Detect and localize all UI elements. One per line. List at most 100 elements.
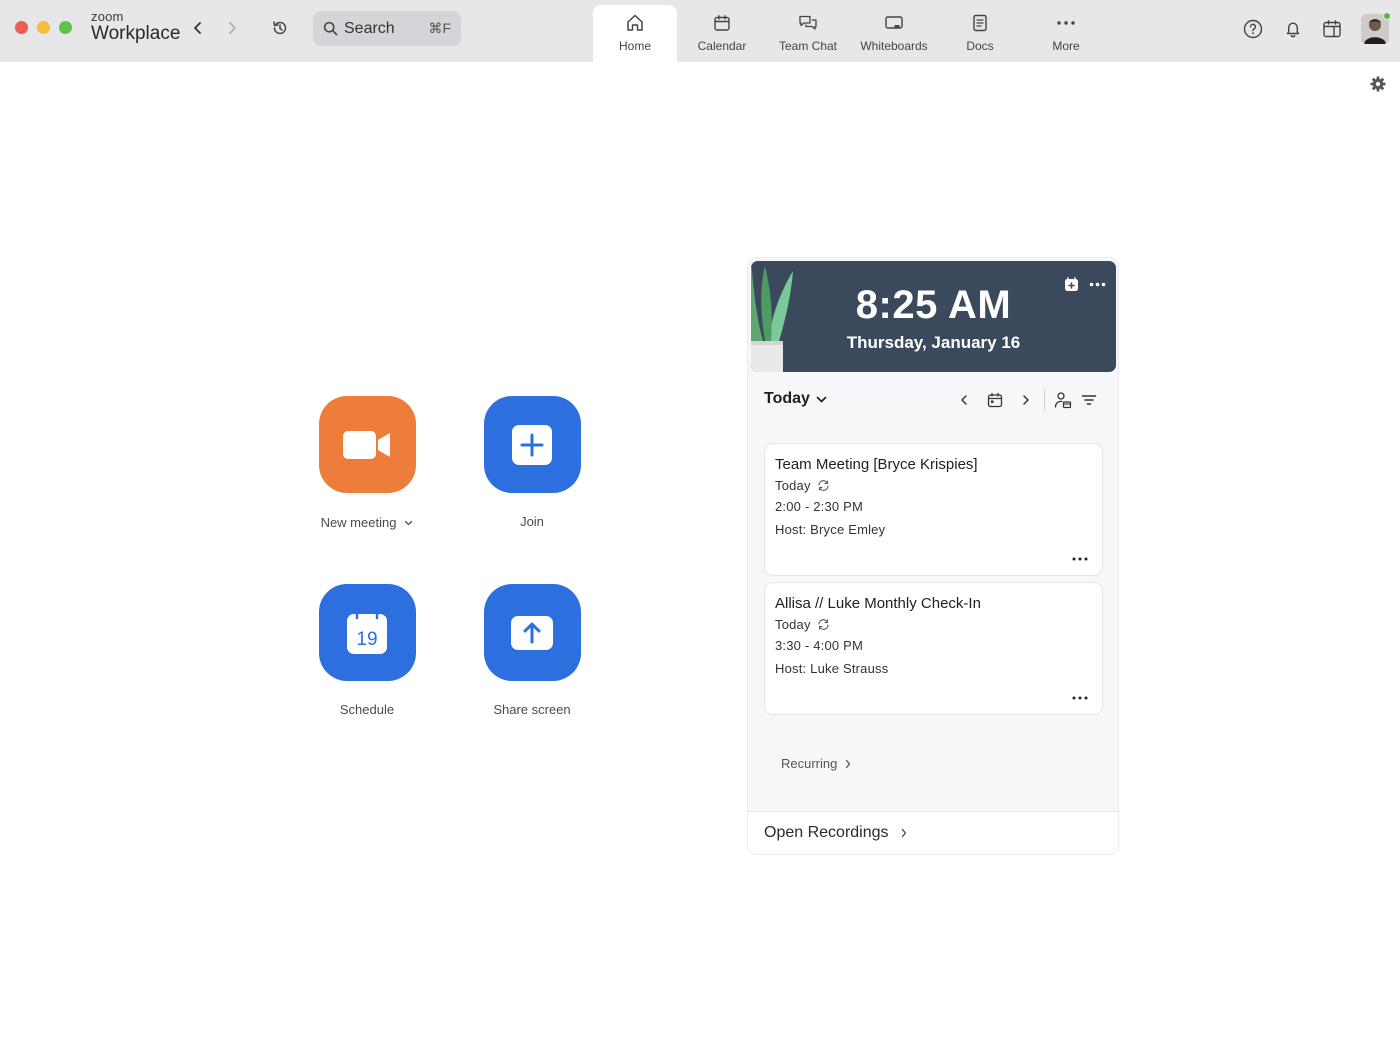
recurring-icon [818,480,829,491]
open-recordings-label: Open Recordings [764,824,889,841]
docs-icon [973,14,987,32]
share-screen-button[interactable] [483,584,581,681]
settings-gear-icon[interactable] [1369,75,1387,93]
search-shortcut: ⌘F [428,20,451,36]
chevron-right-icon [846,759,851,768]
home-icon [627,14,643,31]
notifications-button[interactable] [1282,18,1304,40]
back-button[interactable] [188,18,208,38]
tab-whiteboards[interactable]: Whiteboards [851,5,937,62]
open-recordings-link[interactable]: Open Recordings [764,824,907,842]
app-logo: zoom Workplace [91,10,180,43]
schedule-label: Schedule [339,702,395,717]
tab-calendar[interactable]: Calendar [679,5,765,62]
main-tabs: Home Calendar Team Chat Whiteboards Docs… [593,5,1109,62]
chevron-right-icon [901,828,906,838]
share-screen-action[interactable]: Share screen [452,584,612,717]
share-screen-label: Share screen [493,702,571,717]
more-options-icon[interactable] [1089,282,1106,287]
event-day: Today [775,617,811,632]
join-button[interactable] [483,396,581,493]
maximize-window-button[interactable] [59,21,72,34]
bell-icon [1286,22,1300,38]
tab-home[interactable]: Home [593,5,677,62]
calendar-toolbar: Today [748,386,1118,416]
history-button[interactable] [270,18,290,38]
date-picker-button[interactable] [985,390,1005,410]
event-more-icon[interactable] [1072,696,1088,700]
search-bar[interactable]: Search ⌘F [313,11,461,46]
schedule-calendar-icon: 19 [347,610,387,654]
schedule-button[interactable]: 19 [318,584,416,681]
tab-label: More [1052,39,1080,53]
chevron-down-icon [816,396,827,402]
share-arrow-icon [511,615,553,650]
schedule-day-number: 19 [356,629,377,650]
calendar-panel-icon [1323,20,1341,38]
tab-team-chat[interactable]: Team Chat [765,5,851,62]
new-meeting-button[interactable] [318,396,416,493]
new-meeting-label: New meeting [320,515,397,530]
chevron-left-icon [961,395,967,405]
event-more-icon[interactable] [1072,557,1088,561]
person-calendar-icon [1054,392,1072,409]
help-button[interactable] [1242,18,1264,40]
chat-icon [799,15,817,30]
new-meeting-action[interactable]: New meeting [287,396,447,530]
chevron-left-icon [194,22,201,34]
clock-time: 8:25 AM [855,283,1012,327]
video-camera-icon [343,430,390,459]
minimize-window-button[interactable] [37,21,50,34]
recurring-link[interactable]: Recurring [781,756,851,771]
close-window-button[interactable] [15,21,28,34]
join-action[interactable]: Join [452,396,612,529]
schedule-panel-button[interactable] [1321,18,1343,40]
filter-button[interactable] [1079,390,1099,410]
previous-day-button[interactable] [954,390,974,410]
calendar-panel: 8:25 AM Thursday, January 16 Today Team … [747,257,1119,855]
whiteboard-icon [885,16,903,29]
event-time: 3:30 - 4:00 PM [775,638,864,653]
forward-button[interactable] [222,18,242,38]
title-bar: zoom Workplace Search ⌘F Home Calendar T… [0,0,1400,62]
next-day-button[interactable] [1016,390,1036,410]
panel-footer: Open Recordings [748,811,1118,854]
tab-docs[interactable]: Docs [937,5,1023,62]
personal-meeting-button[interactable] [1053,390,1073,410]
toolbar-divider [1044,389,1045,411]
add-to-calendar-icon[interactable] [1064,277,1079,292]
filter-icon [1081,395,1097,405]
search-icon [323,21,338,36]
tab-label: Team Chat [778,39,838,53]
chevron-right-icon [229,22,236,34]
chevron-right-icon [1023,395,1029,405]
event-time: 2:00 - 2:30 PM [775,499,864,514]
event-title: Allisa // Luke Monthly Check-In [775,595,981,612]
tab-label: Whiteboards [860,39,928,53]
history-icon [273,21,287,35]
tab-label: Docs [966,39,994,53]
tab-more[interactable]: More [1023,5,1109,62]
brand-zoom-text: zoom [91,9,124,24]
today-dropdown[interactable]: Today [764,390,827,408]
chevron-down-icon[interactable] [404,520,413,526]
presence-status-dot [1383,12,1391,20]
today-dropdown-label: Today [764,390,810,407]
schedule-action[interactable]: 19 Schedule [287,584,447,717]
tab-label: Calendar [697,39,747,53]
recurring-icon [818,619,829,630]
plus-icon [512,424,552,465]
event-host: Host: Bryce Emley [775,522,886,537]
tab-label: Home [618,39,651,53]
event-card[interactable]: Team Meeting [Bryce Krispies] Today 2:00… [764,443,1103,576]
event-card[interactable]: Allisa // Luke Monthly Check-In Today 3:… [764,582,1103,715]
help-icon [1243,19,1263,39]
more-icon [1057,21,1075,25]
event-day: Today [775,478,811,493]
clock-date: Thursday, January 16 [846,333,1021,352]
event-host: Host: Luke Strauss [775,661,889,676]
event-title: Team Meeting [Bryce Krispies] [775,456,978,473]
search-label: Search [344,19,395,37]
recurring-label: Recurring [781,756,838,771]
clock-card: 8:25 AM Thursday, January 16 [751,261,1116,372]
